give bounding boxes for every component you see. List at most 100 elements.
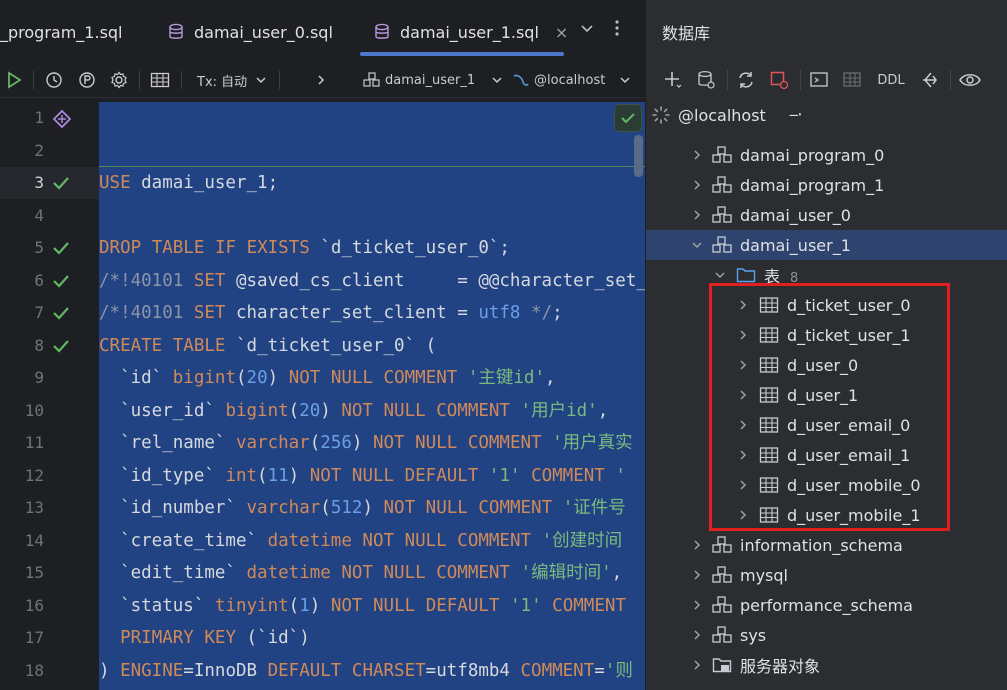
active-tab-indicator: [360, 52, 564, 56]
sql-editor: _program_1.sql damai_user_0.sql damai_us…: [0, 0, 645, 690]
chevron-right-icon[interactable]: [691, 209, 703, 221]
ddl-button[interactable]: DDL: [874, 66, 908, 94]
tree-server-objects[interactable]: 服务器对象: [646, 650, 1007, 680]
code-line: /*!40101 SET @saved_cs_client = @@charac…: [99, 270, 645, 291]
line-number: 1: [34, 108, 44, 127]
disconnect-icon[interactable]: [766, 66, 792, 94]
editor-tab-bar: _program_1.sql damai_user_0.sql damai_us…: [0, 0, 645, 62]
gear-icon[interactable]: [110, 68, 128, 92]
chevron-right-icon[interactable]: [691, 149, 703, 161]
tree-node-label: information_schema: [740, 535, 903, 555]
tree-table-d-user-0[interactable]: d_user_0: [646, 350, 1007, 380]
chevron-down-icon[interactable]: [580, 20, 594, 39]
line-separator: [99, 166, 645, 167]
tree-node-label: d_ticket_user_1: [787, 325, 911, 345]
database-file-icon: [375, 23, 389, 39]
schema-selector[interactable]: damai_user_1: [363, 68, 503, 92]
code-line: USE damai_user_1;: [99, 173, 279, 193]
database-panel: 数据库 DDL @localhost damai_program_0 damai…: [645, 0, 1007, 690]
schema-icon: [712, 176, 732, 193]
table-icon: [759, 417, 779, 433]
database-file-icon: [169, 23, 183, 39]
code-line: DROP TABLE IF EXISTS `d_ticket_user_0`;: [99, 238, 510, 258]
chevron-right-icon[interactable]: [737, 479, 749, 491]
code-area[interactable]: USE damai_user_1; DROP TABLE IF EXISTS `d…: [99, 102, 645, 690]
tree-schema-sys[interactable]: sys: [646, 620, 1007, 650]
console-icon[interactable]: [806, 66, 832, 94]
chevron-right-icon[interactable]: [737, 449, 749, 461]
datasource-label: @localhost: [534, 72, 606, 88]
line-number: 4: [34, 205, 44, 225]
tree-schema-damai-user-0[interactable]: damai_user_0: [646, 200, 1007, 230]
tree-table-d-ticket-user-1[interactable]: d_ticket_user_1: [646, 320, 1007, 350]
vertical-scrollbar[interactable]: [634, 135, 643, 177]
line-number: 8: [34, 335, 44, 355]
tree-node-label: damai_user_0: [740, 205, 851, 225]
tree-table-d-user-email-0[interactable]: d_user_email_0: [646, 410, 1007, 440]
chevron-right-icon[interactable]: [316, 68, 326, 92]
tab-label: damai_user_1.sql: [400, 22, 539, 42]
tree-node-label: damai_program_0: [740, 145, 885, 165]
chevron-down-icon: [492, 77, 502, 84]
tree-folder-tables[interactable]: 表8: [646, 260, 1007, 290]
tree-schema-damai-program-1[interactable]: damai_program_1: [646, 170, 1007, 200]
chevron-right-icon[interactable]: [737, 359, 749, 371]
check-icon: [53, 177, 69, 190]
chevron-down-icon[interactable]: [714, 269, 726, 281]
tab-damai-user-0-sql[interactable]: damai_user_0.sql: [168, 10, 333, 54]
tree-schema-information-schema[interactable]: information_schema: [646, 530, 1007, 560]
history-icon[interactable]: [45, 68, 63, 92]
chevron-right-icon[interactable]: [691, 599, 703, 611]
schema-icon: [363, 72, 380, 87]
eye-icon[interactable]: [957, 66, 983, 94]
datasource-properties-icon[interactable]: [693, 66, 719, 94]
tree-node-label: d_ticket_user_0: [787, 295, 911, 315]
transaction-mode-dropdown[interactable]: Tx: 自动: [197, 68, 267, 92]
chevron-right-icon[interactable]: [691, 179, 703, 191]
tree-table-d-user-1[interactable]: d_user_1: [646, 380, 1007, 410]
tree-node-label: 表8: [764, 267, 799, 286]
tab-damai-user-1-sql[interactable]: damai_user_1.sql ×: [374, 10, 568, 54]
chevron-right-icon[interactable]: [691, 629, 703, 641]
tree-table-d-user-email-1[interactable]: d_user_email_1: [646, 440, 1007, 470]
inspection-ok-badge[interactable]: [614, 104, 642, 132]
tx-label: Tx: 自动: [197, 74, 248, 90]
chevron-right-icon[interactable]: [691, 659, 703, 671]
table-icon: [759, 387, 779, 403]
tree-schema-damai-program-0[interactable]: damai_program_0: [646, 140, 1007, 170]
explain-plan-icon[interactable]: [78, 68, 96, 92]
more-options-icon[interactable]: [614, 20, 620, 40]
jump-icon[interactable]: [916, 66, 942, 94]
tab-program-1-sql[interactable]: _program_1.sql: [0, 10, 123, 54]
code-line: `status` tinyint(1) NOT NULL DEFAULT '1'…: [99, 595, 626, 616]
chevron-right-icon[interactable]: [737, 419, 749, 431]
check-icon: [621, 113, 635, 124]
line-number: 3: [34, 173, 44, 192]
run-icon[interactable]: [5, 68, 23, 92]
chevron-right-icon[interactable]: [691, 539, 703, 551]
table-view-icon[interactable]: [150, 68, 170, 92]
table-icon: [759, 297, 779, 313]
line-number: 14: [24, 530, 44, 550]
tree-schema-mysql[interactable]: mysql: [646, 560, 1007, 590]
tree-node-label: d_user_mobile_0: [787, 475, 921, 495]
table-editor-icon[interactable]: [839, 66, 865, 94]
chevron-right-icon[interactable]: [737, 509, 749, 521]
refresh-icon[interactable]: [733, 66, 759, 94]
tree-schema-damai-user-1[interactable]: damai_user_1: [646, 230, 1007, 260]
chevron-right-icon[interactable]: [737, 389, 749, 401]
tree-schema-performance-schema[interactable]: performance_schema: [646, 590, 1007, 620]
tree-table-d-user-mobile-1[interactable]: d_user_mobile_1: [646, 500, 1007, 530]
tree-table-d-user-mobile-0[interactable]: d_user_mobile_0: [646, 470, 1007, 500]
chevron-right-icon[interactable]: [691, 569, 703, 581]
check-icon: [53, 274, 69, 288]
chevron-right-icon[interactable]: [737, 329, 749, 341]
chevron-right-icon[interactable]: [737, 299, 749, 311]
close-icon[interactable]: ×: [555, 23, 568, 42]
check-icon: [53, 339, 69, 353]
line-number: 9: [34, 368, 44, 387]
chevron-down-icon[interactable]: [691, 239, 703, 251]
tree-table-d-ticket-user-0[interactable]: d_ticket_user_0: [646, 290, 1007, 320]
add-icon[interactable]: [660, 66, 686, 94]
datasource-selector[interactable]: @localhost: [512, 68, 631, 92]
